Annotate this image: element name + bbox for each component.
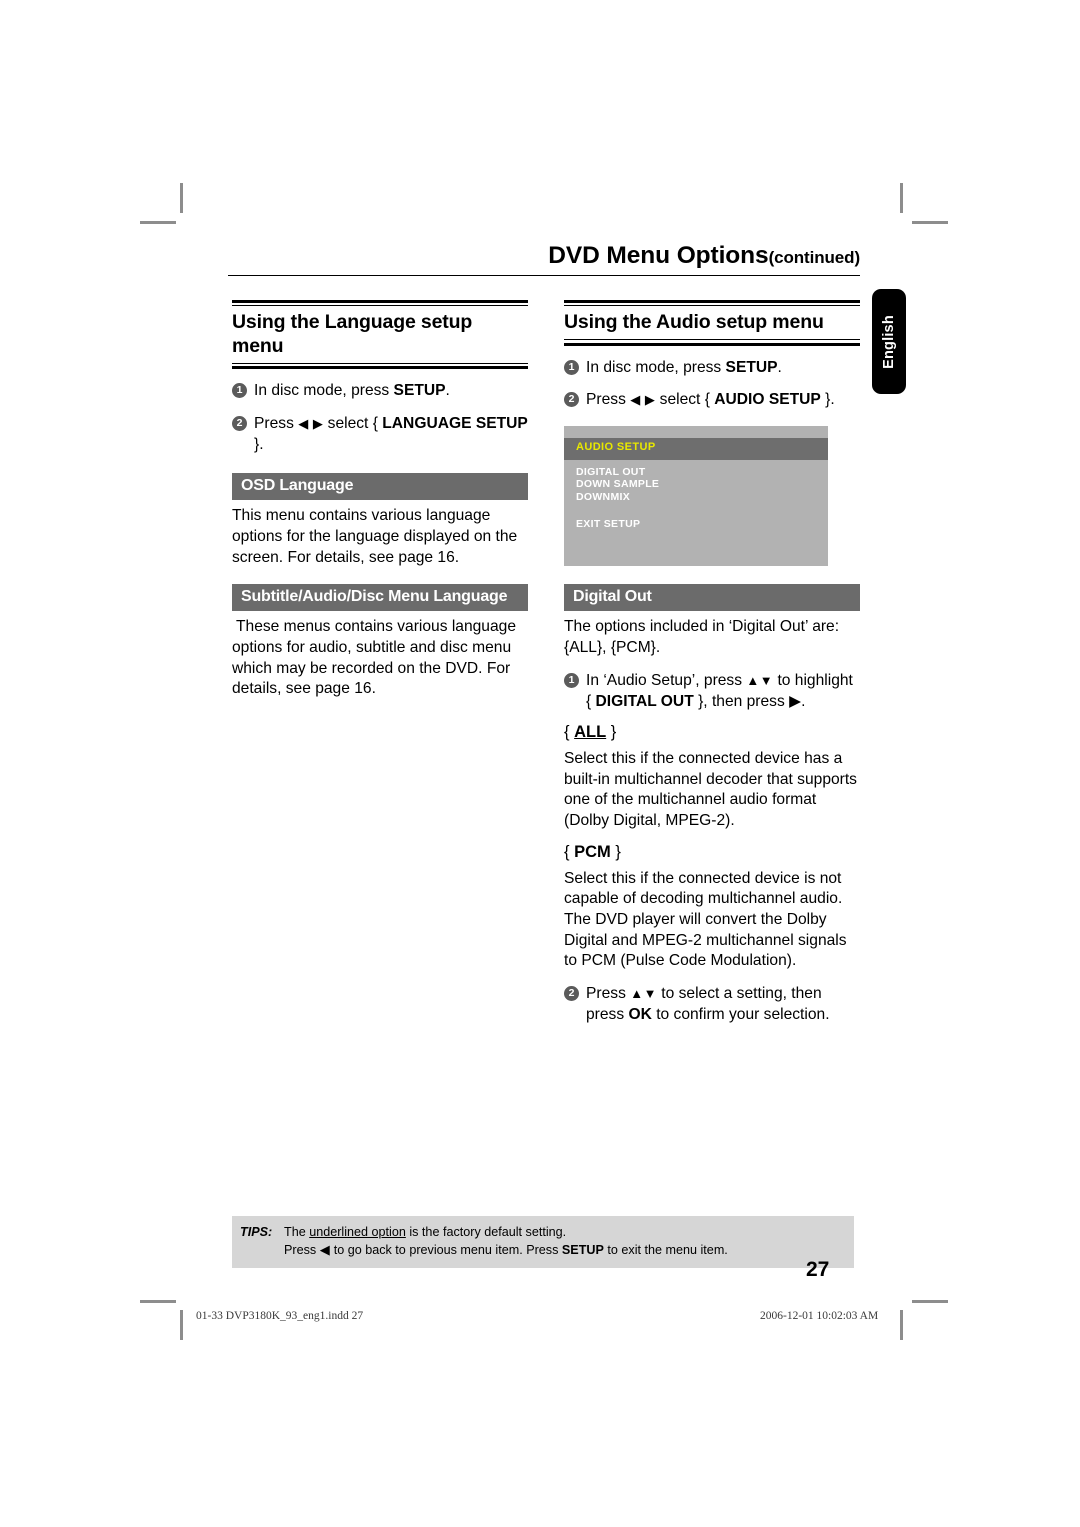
option-pcm-body: Select this if the connected device is n… [564,869,847,970]
print-footer-left: 01-33 DVP3180K_93_eng1.indd 27 [196,1310,364,1322]
left-heading-rule-bottom [232,362,528,370]
crop-mark-bottom-left-vertical [180,1310,183,1340]
digital-out-step-1: 1 In ‘Audio Setup’, press ▲▼ to highligh… [564,670,860,712]
running-head-rule [228,274,860,276]
crop-mark-top-right-vertical [900,183,903,213]
tips-line-2-post: to exit the menu item. [603,1243,728,1258]
left-step-1-post: . [445,382,450,400]
left-column: Using the Language setup menu 1 In disc … [232,299,528,701]
crop-mark-top-right-horizontal [912,221,948,224]
tips-box: TIPS: The underlined option is the facto… [232,1216,854,1269]
option-pcm-close: } [610,842,621,861]
step-number-badge: 1 [232,383,247,399]
option-pcm-open: { [564,842,575,861]
step-number-badge: 1 [564,359,579,375]
option-all-body: Select this if the connected device has … [564,749,857,829]
tips-line-2-mid: to go back to previous menu item. Press [330,1243,562,1258]
up-down-arrow-icon: ▲▼ [746,672,774,688]
option-all-value: ALL [574,722,607,741]
right-column: Using the Audio setup menu 1 In disc mod… [564,299,860,1026]
manual-page: English DVD Menu Options(continued) Usin… [0,0,1080,1527]
left-step-2-bold: LANGUAGE SETUP [382,414,528,432]
up-down-arrow-icon: ▲▼ [630,986,657,1002]
right-step-2: 2 Press ◀ ▶ select { AUDIO SETUP }. [564,389,860,410]
tips-line-1-underlined: underlined option [309,1225,406,1239]
language-side-tab: English [872,289,906,394]
right-heading-rule-bottom [564,339,860,346]
tips-line-2: Press ◀ to go back to previous menu item… [232,1241,854,1260]
running-head: DVD Menu Options(continued) [228,243,860,273]
right-step-2-pre: Press [586,390,631,408]
crop-mark-bottom-right-vertical [900,1310,903,1340]
audio-setup-osd-screenshot: AUDIO SETUP DIGITAL OUT DOWN SAMPLE DOWN… [564,426,828,567]
option-pcm-value: PCM [574,842,611,861]
right-step-1: 1 In disc mode, press SETUP. [564,357,860,378]
osd-menu-item-exit-setup: EXIT SETUP [576,518,641,531]
tips-line-2-bold: SETUP [561,1243,604,1258]
osd-language-body: This menu contains various language opti… [232,507,518,566]
digital-out-step-1-post: }, then press ▶. [693,692,806,710]
right-heading-rule-top [564,299,860,307]
digital-out-step-2-bold: OK [628,1006,652,1024]
osd-menu-item-downmix: DOWNMIX [576,490,631,503]
right-section-heading: Using the Audio setup menu [564,311,824,334]
left-step-2-mid: select { [323,414,383,432]
right-step-2-bold: AUDIO SETUP [714,390,821,408]
step-number-badge: 2 [564,391,579,407]
left-step-2-post: }. [254,435,264,453]
option-label-all: { ALL } [564,723,860,743]
step-number-badge: 2 [232,415,247,431]
crop-mark-top-left-horizontal [140,221,176,224]
tips-line-1: TIPS: The underlined option is the facto… [232,1223,854,1241]
right-step-2-post: }. [820,390,835,408]
option-all-close: } [606,722,617,741]
osd-menu-item-digital-out: DIGITAL OUT [576,466,646,479]
left-step-1-pre: In disc mode, press [254,382,394,400]
subtitle-audio-disc-menu-language-body: These menus contains various language op… [232,618,516,698]
right-step-1-post: . [777,358,782,376]
right-step-1-pre: In disc mode, press [586,358,726,376]
tips-label: TIPS: [240,1225,273,1239]
left-step-1-bold: SETUP [393,382,446,400]
tips-line-1-pre: The [284,1225,310,1239]
step-number-badge: 2 [564,986,579,1002]
subtitle-audio-disc-menu-language-bar: Subtitle/Audio/Disc Menu Language [232,584,528,612]
option-all-open: { [564,722,575,741]
left-step-2-pre: Press [254,414,299,432]
osd-menu-item-down-sample: DOWN SAMPLE [576,478,660,491]
digital-out-step-1-bold: DIGITAL OUT [595,692,694,710]
digital-out-intro: The options included in ‘Digital Out’ ar… [564,618,840,656]
digital-out-step-1-pre: In ‘Audio Setup’, press [586,671,747,689]
digital-out-step-2: 2 Press ▲▼ to select a setting, then pre… [564,983,860,1025]
digital-out-bar: Digital Out [564,584,860,612]
page-content: DVD Menu Options(continued) Using the La… [228,243,860,1023]
language-side-tab-label: English [881,314,897,369]
left-arrow-icon: ◀ [319,1242,331,1258]
tips-line-2-pre: Press [284,1243,320,1258]
left-heading-rule-top [232,299,528,307]
step-number-badge: 1 [564,672,579,688]
osd-language-bar: OSD Language [232,473,528,501]
crop-mark-top-left-vertical [180,183,183,213]
osd-title-label: AUDIO SETUP [576,441,656,454]
running-head-continued: (continued) [768,248,861,267]
page-number: 27 [806,1258,830,1281]
option-label-pcm: { PCM } [564,843,860,863]
right-step-2-mid: select { [655,390,715,408]
right-step-1-bold: SETUP [725,358,778,376]
left-right-arrow-icon: ◀ ▶ [630,391,656,407]
print-footer-right: 2006-12-01 10:02:03 AM [760,1310,879,1322]
digital-out-step-2-pre: Press [586,985,631,1003]
crop-mark-bottom-right-horizontal [912,1300,948,1303]
tips-line-1-post: is the factory default setting. [405,1225,567,1239]
crop-mark-bottom-left-horizontal [140,1300,176,1303]
left-section-heading: Using the Language setup menu [232,311,473,358]
left-right-arrow-icon: ◀ ▶ [298,415,324,431]
left-step-2: 2 Press ◀ ▶ select { LANGUAGE SETUP }. [232,413,528,455]
osd-menu-items: DIGITAL OUT DOWN SAMPLE DOWNMIX [576,466,659,503]
digital-out-step-2-post: to confirm your selection. [651,1006,830,1024]
running-head-title: DVD Menu Options [548,242,769,269]
left-step-1: 1 In disc mode, press SETUP. [232,380,528,401]
